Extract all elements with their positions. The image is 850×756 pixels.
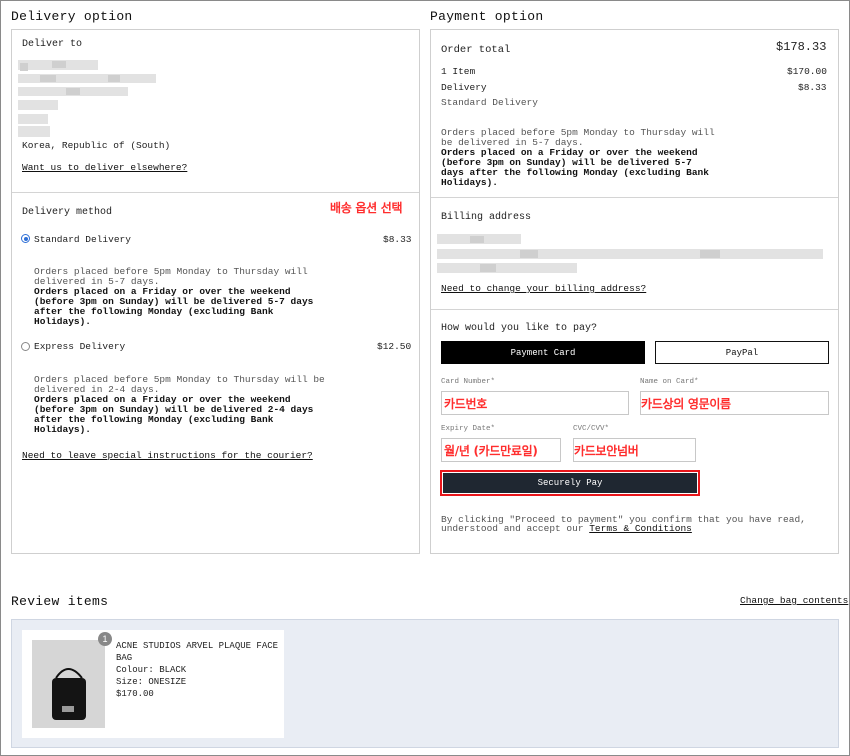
standard-delivery-price: $8.33 <box>383 234 412 245</box>
product-size: Size: ONESIZE <box>116 677 187 687</box>
express-delivery-radio[interactable] <box>21 342 30 351</box>
order-total-value: $178.33 <box>776 40 827 54</box>
card-number-label: Card Number* <box>441 378 496 386</box>
expiry-date-label: Expiry Date* <box>441 425 496 433</box>
product-colour: Colour: BLACK <box>116 665 187 675</box>
cvc-annotation: 카드보안넘버 <box>574 444 639 458</box>
standard-delivery-label[interactable]: Standard Delivery <box>34 235 131 245</box>
product-image <box>32 640 105 728</box>
deliver-elsewhere-link[interactable]: Want us to deliver elsewhere? <box>22 162 187 173</box>
product-price: $170.00 <box>116 689 154 699</box>
how-to-pay-label: How would you like to pay? <box>441 323 598 334</box>
delivery-annotation: 배송 옵션 선택 <box>330 201 403 215</box>
delivery-value: $8.33 <box>798 82 827 93</box>
change-billing-link[interactable]: Need to change your billing address? <box>441 283 646 294</box>
courier-instructions-link[interactable]: Need to leave special instructions for t… <box>22 450 313 461</box>
express-delivery-label[interactable]: Express Delivery <box>34 342 125 352</box>
review-items-title: Review items <box>11 594 109 609</box>
cvc-label: CVC/CVV* <box>573 425 610 433</box>
expiry-annotation: 월/년 (카드만료일) <box>444 444 538 458</box>
consent-text: understood and accept our Terms & Condit… <box>441 523 692 534</box>
change-bag-link[interactable]: Change bag contents <box>740 595 848 606</box>
quantity-badge: 1 <box>98 632 112 646</box>
divider <box>431 197 838 198</box>
bag-icon <box>52 668 86 720</box>
standard-note-bold: Holidays). <box>34 316 92 327</box>
delivery-option-title: Delivery option <box>11 9 133 24</box>
order-total-label: Order total <box>441 44 511 56</box>
country-text: Korea, Republic of (South) <box>22 140 171 151</box>
securely-pay-button[interactable]: Securely Pay <box>443 473 697 493</box>
delivery-label: Delivery <box>441 82 487 93</box>
name-on-card-annotation: 카드상의 영문이름 <box>641 397 731 411</box>
payment-note-bold: Holidays). <box>441 177 499 188</box>
items-value: $170.00 <box>787 66 827 77</box>
delivery-type: Standard Delivery <box>441 97 538 108</box>
delivery-method-title: Delivery method <box>22 207 113 218</box>
billing-address-label: Billing address <box>441 212 532 223</box>
tab-paypal[interactable]: PayPal <box>655 341 829 364</box>
deliver-to-label: Deliver to <box>22 39 83 50</box>
items-label: 1 Item <box>441 66 476 77</box>
card-number-annotation: 카드번호 <box>444 397 487 411</box>
product-name: BAG <box>116 653 133 663</box>
standard-delivery-radio[interactable] <box>21 234 30 243</box>
product-name: ACNE STUDIOS ARVEL PLAQUE FACE <box>116 641 279 651</box>
divider <box>431 309 838 310</box>
express-note-bold: Holidays). <box>34 424 92 435</box>
name-on-card-label: Name on Card* <box>640 378 699 386</box>
payment-option-title: Payment option <box>430 9 544 24</box>
terms-link[interactable]: Terms & Conditions <box>589 523 692 534</box>
express-delivery-price: $12.50 <box>377 341 412 352</box>
divider <box>12 192 419 193</box>
tab-payment-card[interactable]: Payment Card <box>441 341 645 364</box>
